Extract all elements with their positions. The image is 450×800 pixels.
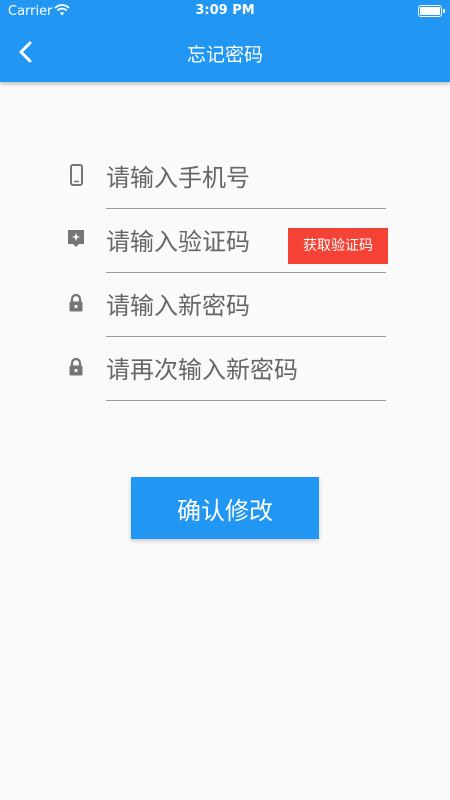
confirm-password-row	[60, 339, 388, 403]
page-title: 忘记密码	[186, 44, 263, 66]
phone-icon	[70, 164, 83, 186]
app-bar: Carrier 3:09 PM 忘记密码	[0, 0, 450, 82]
lock-icon	[69, 357, 83, 376]
get-code-button[interactable]: 获取验证码	[288, 228, 388, 264]
status-time: 3:09 PM	[195, 3, 255, 18]
phone-input[interactable]	[106, 147, 386, 209]
code-row: 获取验证码	[60, 211, 388, 275]
confirm-change-button[interactable]: 确认修改	[131, 477, 319, 539]
new-password-row	[60, 275, 388, 339]
battery-icon	[418, 5, 445, 17]
new-password-input[interactable]	[106, 275, 386, 337]
phone-row	[60, 147, 388, 211]
lock-icon	[69, 293, 83, 312]
verify-code-icon	[68, 230, 84, 247]
confirm-password-input[interactable]	[106, 339, 386, 401]
status-bar: Carrier 3:09 PM	[0, 0, 450, 24]
